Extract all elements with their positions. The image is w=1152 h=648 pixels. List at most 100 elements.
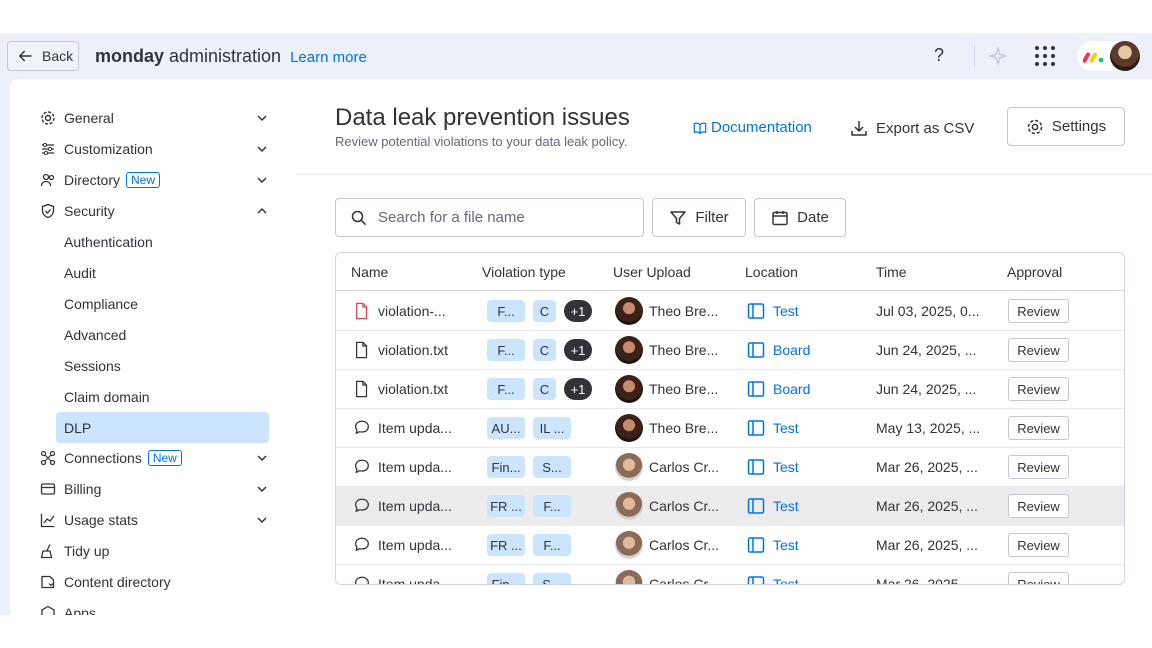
location-link[interactable]: Board — [773, 342, 810, 358]
column-header-approval[interactable]: Approval — [1007, 264, 1062, 280]
learn-more-link[interactable]: Learn more — [290, 49, 367, 66]
column-header-time[interactable]: Time — [876, 264, 907, 280]
location-link[interactable]: Test — [773, 303, 799, 319]
violation-chip[interactable]: Fin... — [487, 456, 525, 478]
violation-chip[interactable]: C — [533, 339, 556, 361]
export-csv-button[interactable]: Export as CSV — [850, 119, 974, 137]
table-row[interactable]: Item upda... Fin... S... Carlos Cr... Test Ma… — [336, 565, 1124, 584]
file-name-cell[interactable]: Item upda... — [353, 409, 452, 447]
sidebar-item-usage-stats[interactable]: Usage stats — [40, 507, 270, 533]
table-row[interactable]: Item upda... FR ... F... Carlos Cr... Test Ma… — [336, 526, 1124, 565]
violation-chip[interactable]: F... — [487, 300, 525, 322]
review-button[interactable]: Review — [1008, 533, 1069, 557]
file-name-cell[interactable]: Item upda... — [353, 565, 452, 584]
sparkle-icon[interactable] — [988, 46, 1008, 66]
location-link[interactable]: Board — [773, 381, 810, 397]
table-row[interactable]: Item upda... Fin... S... Carlos Cr... Test Ma… — [336, 448, 1124, 487]
sidebar-subitem-dlp[interactable]: DLP — [56, 412, 269, 443]
violation-chip[interactable]: C — [533, 378, 556, 400]
review-button[interactable]: Review — [1008, 572, 1069, 584]
documentation-link[interactable]: Documentation — [693, 119, 812, 136]
location-link[interactable]: Test — [773, 537, 799, 553]
table-row[interactable]: Item upda... AU... IL ... Theo Bre... Test Ma… — [336, 409, 1124, 448]
sidebar-item-connections[interactable]: Connections New — [40, 445, 270, 471]
file-name-cell[interactable]: Item upda... — [353, 448, 452, 486]
column-header-violation-type[interactable]: Violation type — [482, 264, 566, 280]
sidebar-item-customization[interactable]: Customization — [40, 136, 270, 162]
violation-chip[interactable]: IL ... — [533, 417, 571, 439]
sidebar-item-general[interactable]: General — [40, 105, 270, 131]
file-name-cell[interactable]: Item upda... — [353, 526, 452, 564]
location-cell[interactable]: Test — [747, 487, 799, 525]
back-button[interactable]: Back — [7, 41, 79, 71]
file-name-cell[interactable]: Item upda... — [353, 487, 452, 525]
location-cell[interactable]: Test — [747, 526, 799, 564]
settings-button[interactable]: Settings — [1007, 107, 1125, 146]
search-input[interactable] — [378, 209, 628, 226]
location-cell[interactable]: Test — [747, 409, 799, 447]
sidebar-subitem-claim-domain[interactable]: Claim domain — [64, 384, 150, 410]
sidebar-subitem-audit[interactable]: Audit — [64, 260, 96, 286]
location-link[interactable]: Test — [773, 498, 799, 514]
file-name-cell[interactable]: violation-... — [353, 292, 446, 330]
location-cell[interactable]: Test — [747, 448, 799, 486]
account-switcher[interactable] — [1077, 41, 1141, 71]
violation-chip[interactable]: F... — [487, 339, 525, 361]
violation-chip[interactable]: +1 — [564, 339, 592, 361]
review-button[interactable]: Review — [1008, 416, 1069, 440]
sidebar-item-label: Billing — [64, 481, 102, 497]
violation-chip[interactable]: FR ... — [487, 534, 525, 556]
sidebar-subitem-compliance[interactable]: Compliance — [64, 291, 138, 317]
sidebar-item-directory[interactable]: Directory New — [40, 167, 270, 193]
violation-chip[interactable]: AU... — [487, 417, 525, 439]
column-header-location[interactable]: Location — [745, 264, 798, 280]
violation-chip[interactable]: Fin... — [487, 573, 525, 584]
avatar[interactable] — [1110, 41, 1140, 71]
location-cell[interactable]: Board — [747, 370, 810, 408]
arrow-left-icon — [19, 50, 32, 62]
table-row[interactable]: violation.txt F... C +1 Theo Bre... Board Jun … — [336, 370, 1124, 409]
violation-type-cell: F... C +1 — [487, 331, 600, 369]
review-button[interactable]: Review — [1008, 455, 1069, 479]
sidebar-item-billing[interactable]: Billing — [40, 476, 270, 502]
column-header-name[interactable]: Name — [351, 264, 388, 280]
chart-icon — [40, 513, 55, 528]
violation-chip[interactable]: S... — [533, 573, 571, 584]
table-row[interactable]: violation-... F... C +1 Theo Bre... Test Jul 0… — [336, 292, 1124, 331]
table-row[interactable]: violation.txt F... C +1 Theo Bre... Board Jun … — [336, 331, 1124, 370]
location-link[interactable]: Test — [773, 576, 799, 584]
violation-chip[interactable]: C — [533, 300, 556, 322]
review-button[interactable]: Review — [1008, 377, 1069, 401]
review-button[interactable]: Review — [1008, 494, 1069, 518]
table-row[interactable]: Item upda... FR ... F... Carlos Cr... Test Ma… — [336, 487, 1124, 526]
sidebar-subitem-sessions[interactable]: Sessions — [64, 353, 121, 379]
filter-button[interactable]: Filter — [652, 198, 746, 237]
sidebar-item-content-directory[interactable]: Content directory — [40, 569, 270, 595]
apps-grid-icon[interactable] — [1035, 46, 1055, 66]
date-button[interactable]: Date — [754, 198, 846, 237]
location-link[interactable]: Test — [773, 420, 799, 436]
location-cell[interactable]: Board — [747, 331, 810, 369]
review-button[interactable]: Review — [1008, 299, 1069, 323]
violation-chip[interactable]: F... — [533, 495, 571, 517]
sidebar-subitem-advanced[interactable]: Advanced — [64, 322, 126, 348]
column-header-user-upload[interactable]: User Upload — [613, 264, 691, 280]
violation-chip[interactable]: +1 — [564, 378, 592, 400]
help-icon[interactable]: ? — [934, 45, 944, 66]
violation-chip[interactable]: F... — [533, 534, 571, 556]
sidebar-item-apps[interactable]: Apps — [40, 600, 270, 615]
violation-chip[interactable]: FR ... — [487, 495, 525, 517]
review-button[interactable]: Review — [1008, 338, 1069, 362]
search-box[interactable] — [335, 198, 644, 237]
sidebar-item-security[interactable]: Security — [40, 198, 270, 224]
violation-chip[interactable]: F... — [487, 378, 525, 400]
sidebar-subitem-authentication[interactable]: Authentication — [64, 229, 153, 255]
sidebar-item-tidy-up[interactable]: Tidy up — [40, 538, 270, 564]
location-cell[interactable]: Test — [747, 292, 799, 330]
file-name-cell[interactable]: violation.txt — [353, 331, 448, 369]
violation-chip[interactable]: +1 — [564, 300, 592, 322]
location-cell[interactable]: Test — [747, 565, 799, 584]
location-link[interactable]: Test — [773, 459, 799, 475]
file-name-cell[interactable]: violation.txt — [353, 370, 448, 408]
violation-chip[interactable]: S... — [533, 456, 571, 478]
